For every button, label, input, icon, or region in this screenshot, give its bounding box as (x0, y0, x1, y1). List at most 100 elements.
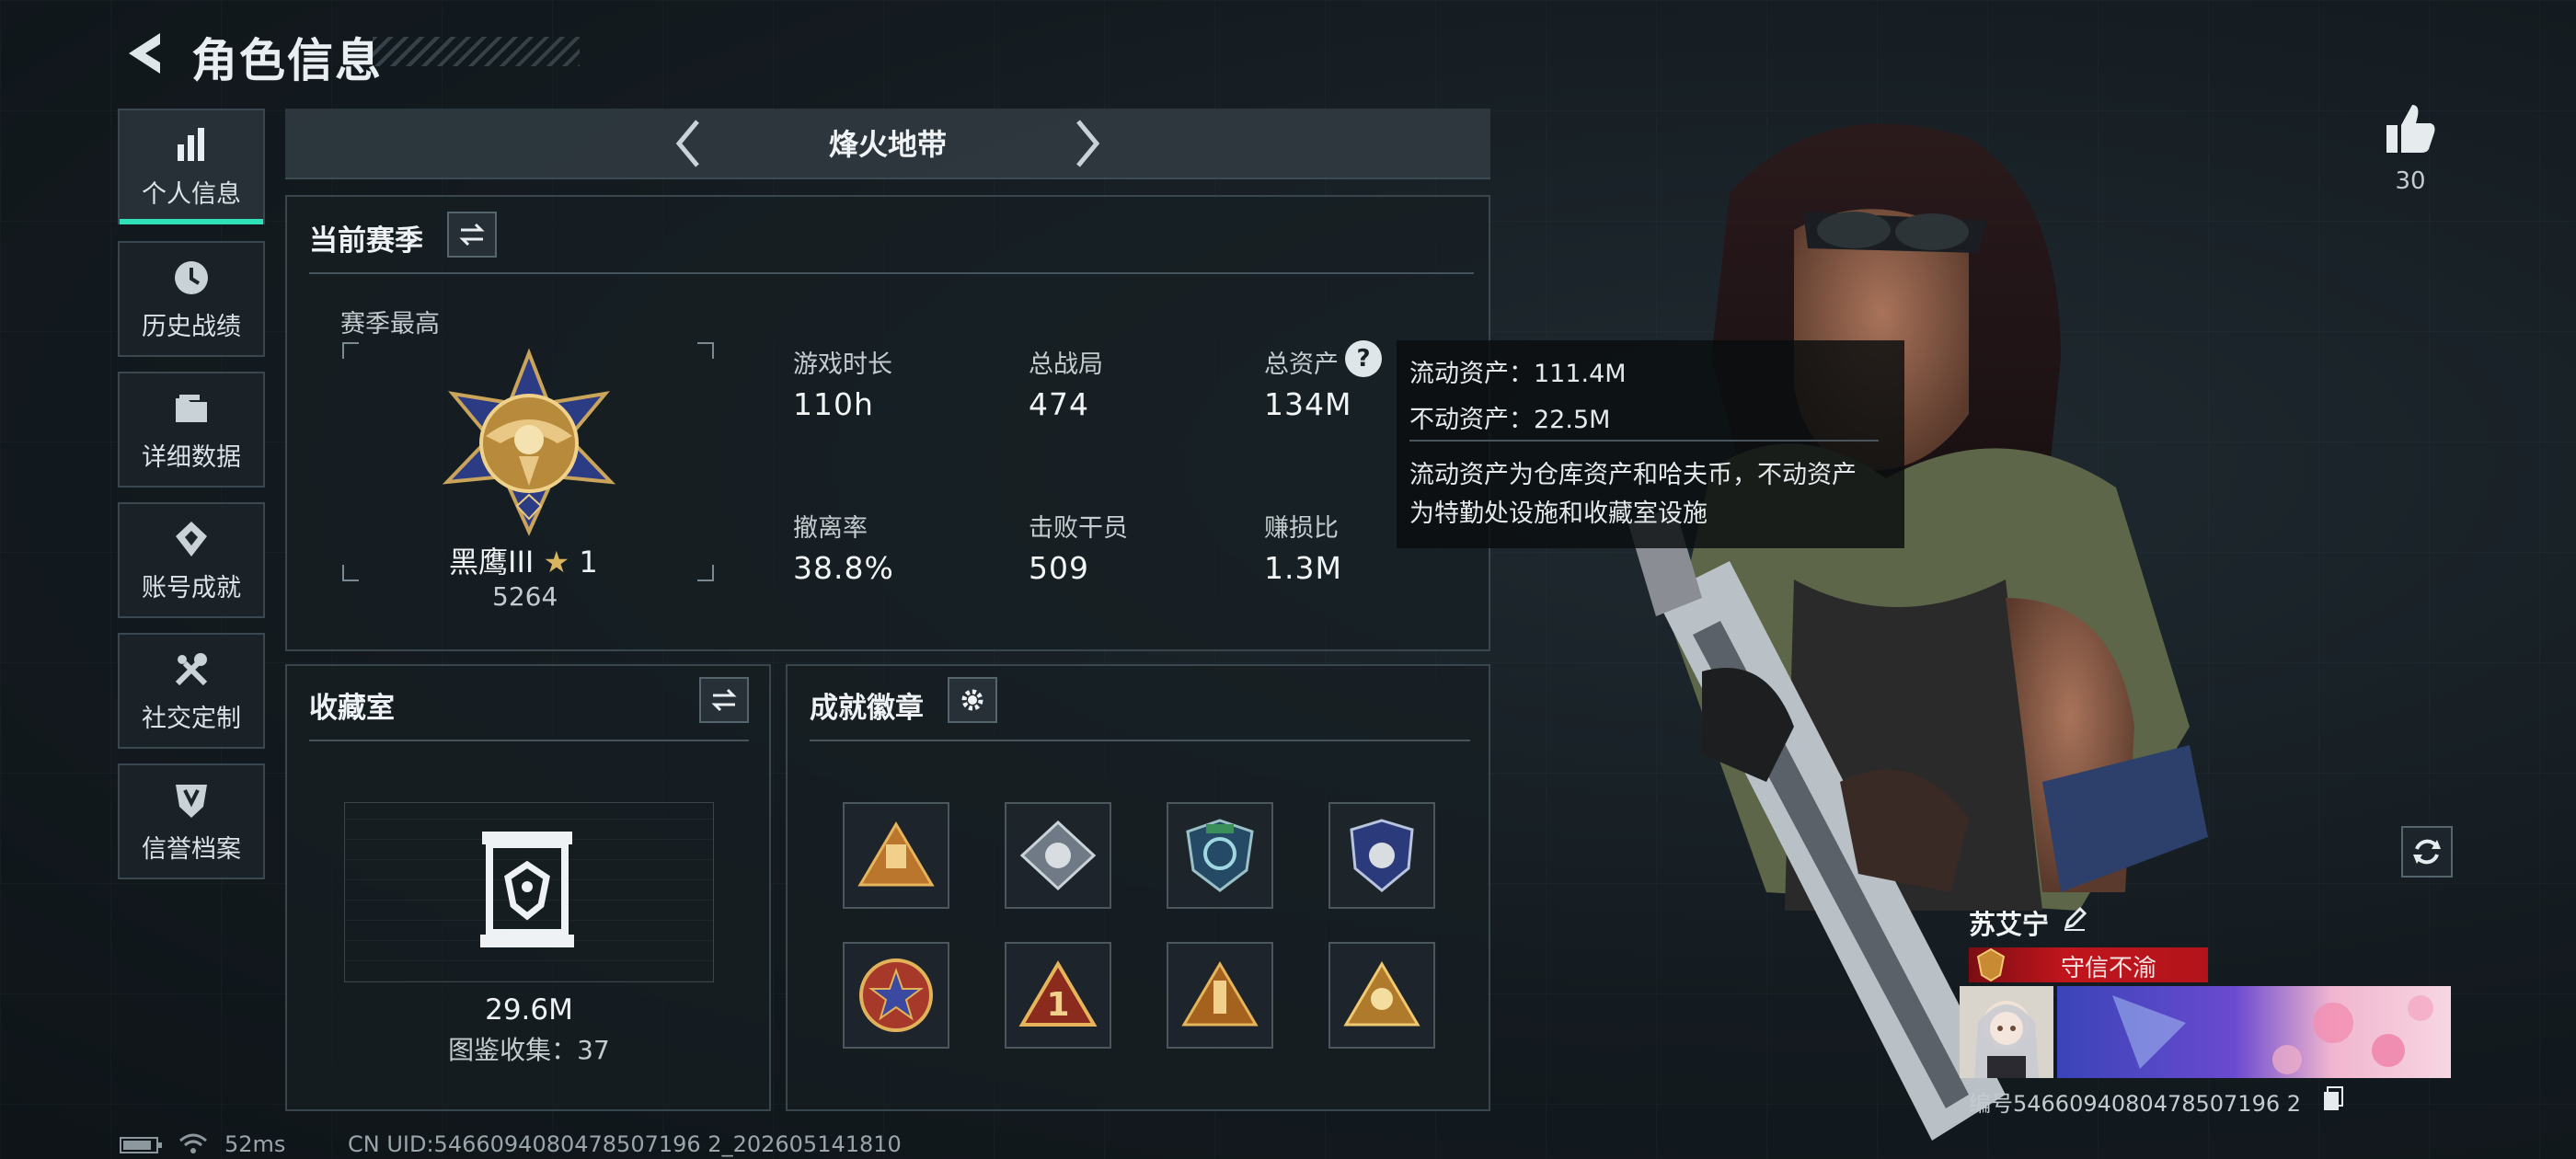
ping-text: 52ms (224, 1131, 286, 1157)
badge-1-icon (857, 821, 935, 887)
tools-icon (175, 652, 208, 685)
sidebar-item-social[interactable]: 社交定制 (118, 633, 265, 749)
player-tag: 守信不渝 (2061, 955, 2157, 982)
edit-icon[interactable] (2061, 905, 2088, 933)
tooltip-liquid-assets: 流动资产：111.4M (1409, 360, 1627, 388)
achievement-badge[interactable] (843, 942, 949, 1049)
uid-text: CN UID:5466094080478507196 2_20260514181… (348, 1131, 902, 1157)
thumbs-up-icon[interactable] (2383, 101, 2438, 156)
chevron-right-icon[interactable] (1069, 116, 1106, 171)
divider (309, 740, 749, 741)
achievement-badge[interactable] (1167, 802, 1273, 909)
star-icon: ★ (543, 545, 570, 580)
stat-label: 击败干员 (1029, 514, 1128, 543)
bar-chart-icon (178, 127, 204, 161)
divider (1409, 440, 1879, 442)
vault-icon (480, 832, 574, 947)
like-count: 30 (2395, 167, 2426, 195)
stat-value: 474 (1029, 386, 1089, 422)
sidebar-item-label: 详细数据 (142, 442, 241, 472)
folder-icon (176, 394, 207, 422)
wifi-icon (179, 1133, 207, 1153)
badge-7-icon (1181, 961, 1259, 1027)
stat-value: 509 (1029, 550, 1089, 586)
stat-value: 134M (1264, 386, 1352, 422)
rank-name: 黑鹰III ★ 1 (449, 539, 598, 581)
title-decoration (373, 37, 580, 66)
rank-star-count: 1 (579, 545, 598, 580)
gear-icon (961, 689, 983, 711)
collection-title: 收藏室 (309, 692, 395, 725)
copy-icon[interactable] (2322, 1085, 2344, 1111)
name-card-banner[interactable] (2057, 986, 2451, 1078)
achievements-settings-button[interactable] (948, 677, 997, 723)
sidebar-item-label: 信誉档案 (142, 834, 241, 864)
frame-corner (342, 342, 359, 359)
tag-emblem-icon (1976, 947, 2006, 982)
rank-name-text: 黑鹰III (449, 545, 535, 580)
player-id: 编号5466094080478507196 2 (1969, 1091, 2302, 1117)
stat-value: 1.3M (1264, 550, 1342, 586)
swap-icon (711, 688, 737, 712)
collection-switch-button[interactable] (699, 677, 749, 723)
stat-label: 赚损比 (1264, 514, 1339, 543)
season-switch-button[interactable] (447, 212, 497, 258)
badge-2-icon (1019, 820, 1097, 891)
badge-4-icon (1350, 819, 1414, 892)
achievements-title: 成就徽章 (810, 692, 924, 725)
badge-6-icon: 1 (1018, 960, 1098, 1027)
page-title: 角色信息 (191, 34, 383, 87)
badge-5-icon (859, 958, 933, 1032)
achievement-badge[interactable] (1005, 802, 1111, 909)
stat-value: 38.8% (793, 550, 894, 586)
rank-emblem-icon (442, 348, 616, 536)
sidebar-item-detail-data[interactable]: 详细数据 (118, 372, 265, 488)
tooltip-fixed-assets: 不动资产：22.5M (1409, 406, 1611, 434)
stat-label: 总战局 (1029, 350, 1103, 379)
avatar[interactable] (1960, 986, 2053, 1078)
help-icon[interactable]: ? (1345, 340, 1382, 377)
achievement-badge[interactable] (1167, 942, 1273, 1049)
achievement-badge[interactable] (843, 802, 949, 909)
refresh-icon (2413, 839, 2441, 865)
achievement-badge[interactable]: 1 (1005, 942, 1111, 1049)
divider (309, 272, 1474, 274)
swap-icon (459, 223, 485, 247)
sidebar-item-label: 社交定制 (142, 704, 241, 733)
achievement-badge[interactable] (1328, 942, 1435, 1049)
sidebar-item-label: 个人信息 (142, 179, 241, 209)
sidebar-item-label: 账号成就 (142, 573, 241, 602)
sidebar-item-history[interactable]: 历史战绩 (118, 241, 265, 357)
player-name: 苏艾宁 (1969, 909, 2050, 940)
collection-value: 29.6M (485, 993, 573, 1027)
sidebar-item-label: 历史战绩 (142, 312, 241, 341)
stat-label: 撤离率 (793, 514, 868, 543)
stat-label: 总资产 (1264, 350, 1339, 379)
achievement-badge[interactable] (1328, 802, 1435, 909)
season-title: 当前赛季 (309, 224, 423, 258)
achievement-icon (176, 521, 207, 557)
tooltip-description-2: 为特勤处设施和收藏室设施 (1409, 499, 1708, 528)
back-arrow-icon[interactable] (120, 26, 175, 81)
divider (810, 740, 1470, 741)
season-best-label: 赛季最高 (340, 310, 440, 339)
shield-icon (176, 784, 207, 818)
mode-title: 烽火地带 (828, 127, 947, 162)
sidebar-item-credit[interactable]: 信誉档案 (118, 763, 265, 879)
badge-8-icon (1343, 961, 1420, 1027)
sidebar-item-achievements[interactable]: 账号成就 (118, 502, 265, 618)
rank-score: 5264 (492, 581, 558, 612)
sidebar-item-personal-info[interactable]: 个人信息 (118, 109, 265, 224)
badge-3-icon (1186, 819, 1254, 892)
stat-label: 游戏时长 (793, 350, 892, 379)
frame-corner (697, 342, 714, 359)
tooltip-description-1: 流动资产为仓库资产和哈夫币，不动资产 (1409, 461, 1857, 489)
clock-icon (175, 260, 208, 294)
stat-value: 110h (793, 386, 874, 422)
chevron-left-icon[interactable] (670, 116, 707, 171)
gallery-count: 图鉴收集：37 (448, 1035, 610, 1065)
frame-corner (697, 565, 714, 581)
refresh-button[interactable] (2401, 826, 2453, 878)
battery-icon (120, 1137, 162, 1153)
svg-text:1: 1 (1046, 986, 1069, 1024)
